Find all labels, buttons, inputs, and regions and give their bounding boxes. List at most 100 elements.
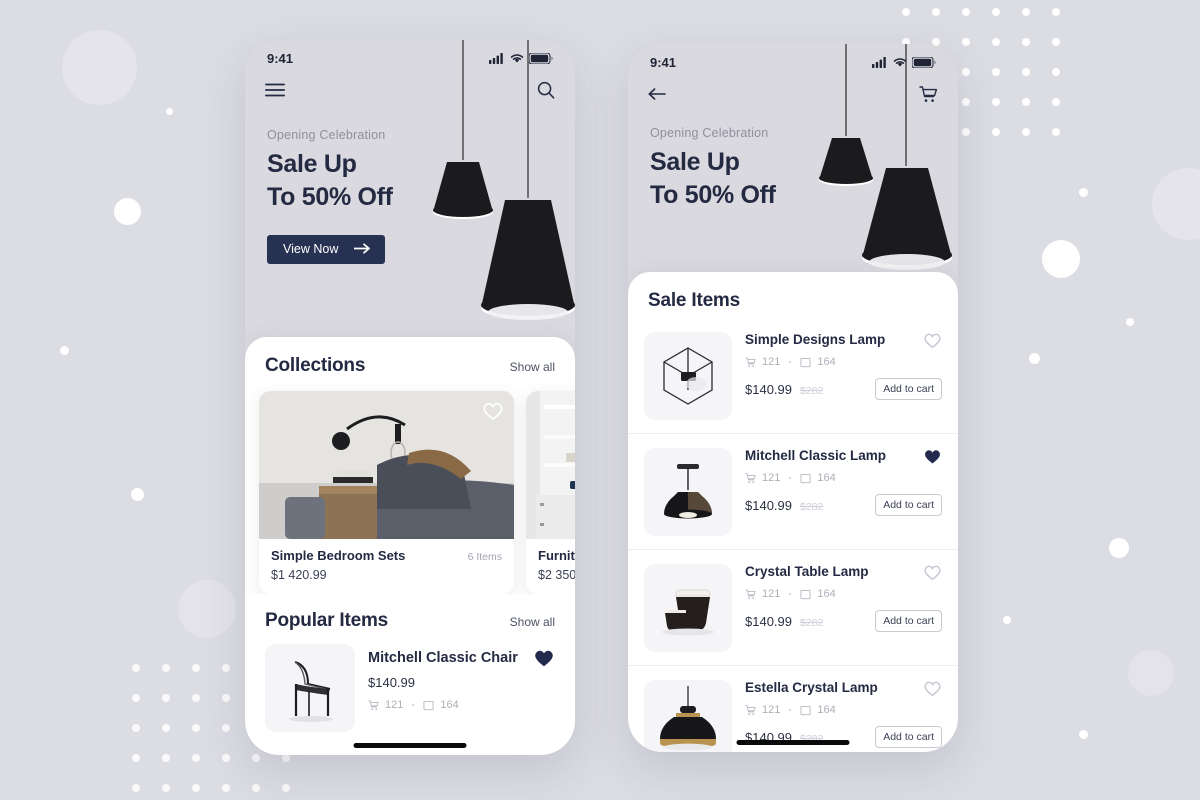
background-decoration	[0, 0, 1200, 800]
sale-item-image	[644, 680, 732, 752]
collection-favorite-icon[interactable]	[482, 401, 504, 423]
arrow-right-icon	[354, 243, 371, 254]
view-now-button[interactable]: View Now	[267, 234, 386, 264]
table-row[interactable]: Estella Crystal Lamp 121 164 $140.99 $28…	[628, 665, 958, 752]
collections-rail[interactable]: Simple Bedroom Sets 6 Items $1 420.99 Fu…	[245, 377, 575, 594]
hero-title: Sale Up To 50% Off	[267, 148, 553, 215]
status-time: 9:41	[650, 54, 677, 70]
cart-icon	[745, 704, 756, 715]
collection-card[interactable]: Simple Bedroom Sets 6 Items $1 420.99	[259, 391, 514, 594]
sale-item-favorite-icon[interactable]	[923, 332, 942, 354]
phone-screen-home: 9:41 Opening Celebration Sale Up To 50% …	[245, 40, 575, 755]
bg-blob-soft-bl	[178, 580, 236, 638]
collection-meta: Simple Bedroom Sets 6 Items $1 420.99	[259, 539, 514, 594]
sale-item-image	[644, 448, 732, 536]
collection-card[interactable]: Furnit $2 350	[526, 391, 575, 594]
table-row[interactable]: Crystal Table Lamp 121 164 $140.99 $282 …	[628, 549, 958, 665]
popular-show-all-link[interactable]: Show all	[510, 615, 555, 629]
sale-item-bottom: $140.99 $282 Add to cart	[745, 494, 942, 516]
collections-header: Collections Show all	[245, 337, 575, 377]
hero-title-line2: To 50% Off	[650, 181, 776, 210]
arrow-left-icon	[648, 88, 666, 100]
search-icon[interactable]	[537, 81, 555, 99]
collection-price: $2 350	[538, 568, 575, 582]
sale-item-price: $140.99	[745, 497, 792, 513]
bg-dot-white-3	[60, 346, 69, 355]
bg-dot-white-6	[1042, 240, 1080, 278]
cart-icon	[745, 472, 756, 483]
sale-items-list: Simple Designs Lamp 121 164 $140.99 $282…	[628, 318, 958, 752]
add-to-cart-button[interactable]: Add to cart	[875, 494, 942, 516]
bg-dot-white-11	[1079, 730, 1088, 739]
sale-item-image	[644, 564, 732, 652]
collection-meta: Furnit $2 350	[526, 539, 575, 594]
sale-item-info: Crystal Table Lamp 121 164 $140.99 $282 …	[745, 564, 942, 652]
bg-dot-white-4	[131, 488, 144, 501]
box-icon	[800, 705, 811, 715]
sale-item-cart-count: 121	[762, 356, 781, 368]
status-time: 9:41	[267, 50, 294, 66]
sale-item-favorite-icon[interactable]	[923, 680, 942, 702]
sale-item-old-price: $282	[800, 500, 824, 513]
sale-item-bottom: $140.99 $282 Add to cart	[745, 610, 942, 632]
collection-name: Furnit	[538, 548, 575, 563]
popular-item-stats: 121 164	[368, 699, 520, 711]
heart-outline-icon	[483, 402, 503, 421]
bg-dot-white-8	[1126, 318, 1134, 326]
status-bar-left: 9:41	[245, 40, 575, 70]
sale-item-name: Mitchell Classic Lamp	[745, 448, 887, 463]
sale-item-name: Simple Designs Lamp	[745, 332, 886, 347]
hero-eyebrow: Opening Celebration	[650, 126, 769, 140]
box-icon	[800, 473, 811, 483]
table-row[interactable]: Simple Designs Lamp 121 164 $140.99 $282…	[628, 318, 958, 433]
popular-item-image	[265, 644, 355, 732]
sale-item-name: Estella Crystal Lamp	[745, 680, 878, 695]
hero-title-line1: Sale Up	[267, 150, 357, 178]
sale-item-box-count: 164	[817, 356, 836, 368]
heart-outline-icon	[924, 565, 941, 581]
stat-separator-dot	[789, 361, 792, 363]
collections-show-all-link[interactable]: Show all	[510, 360, 555, 374]
bg-dot-white-2	[114, 198, 141, 225]
hero-title: Sale Up To 50% Off	[650, 146, 936, 213]
collection-image-bedroom	[259, 391, 514, 539]
popular-items-title: Popular Items	[265, 610, 389, 631]
hero-eyebrow: Opening Celebration	[267, 128, 386, 142]
bg-dot-white-1	[166, 108, 173, 115]
sale-item-price: $140.99	[745, 381, 792, 397]
bg-dot-white-7	[1029, 353, 1040, 364]
bg-dot-white-9	[1109, 538, 1129, 558]
heart-outline-icon	[924, 681, 941, 697]
sale-item-stats: 121 164	[745, 472, 942, 484]
collection-name: Simple Bedroom Sets	[271, 548, 406, 563]
add-to-cart-button[interactable]: Add to cart	[875, 726, 942, 748]
table-row[interactable]: Mitchell Classic Lamp 121 164 $140.99 $2…	[628, 433, 958, 549]
sale-item-favorite-icon[interactable]	[923, 448, 942, 470]
sale-item-name: Crystal Table Lamp	[745, 564, 869, 579]
sale-item-box-count: 164	[817, 704, 836, 716]
home-indicator	[353, 743, 467, 748]
sale-item-cart-count: 121	[762, 472, 781, 484]
sale-item-old-price: $282	[800, 616, 824, 629]
popular-item-cart-count: 121	[385, 699, 404, 711]
sale-item-stats: 121 164	[745, 588, 942, 600]
add-to-cart-button[interactable]: Add to cart	[875, 378, 942, 400]
phone-screen-sale-items: 9:41 Opening Celebration Sale Up To 50% …	[628, 44, 958, 752]
status-bar-right: 9:41	[628, 44, 958, 74]
add-to-cart-button[interactable]: Add to cart	[875, 610, 942, 632]
sale-items-title: Sale Items	[648, 290, 740, 311]
popular-item-favorite-icon[interactable]	[533, 644, 555, 673]
hamburger-menu-icon[interactable]	[265, 83, 285, 97]
popular-item-info: Mitchell Classic Chair $140.99 121 164	[368, 644, 520, 711]
shopping-cart-icon[interactable]	[919, 85, 938, 104]
list-item[interactable]: Mitchell Classic Chair $140.99 121 164	[245, 632, 575, 732]
status-icons	[872, 56, 936, 68]
popular-item-name: Mitchell Classic Chair	[368, 650, 518, 666]
collection-image-shelving	[526, 391, 575, 539]
stat-separator-dot	[789, 709, 792, 711]
back-button[interactable]	[648, 87, 667, 101]
heart-outline-icon	[924, 333, 941, 349]
sale-items-header: Sale Items	[628, 272, 958, 318]
sale-item-favorite-icon[interactable]	[923, 564, 942, 586]
stat-separator-dot	[412, 704, 415, 706]
